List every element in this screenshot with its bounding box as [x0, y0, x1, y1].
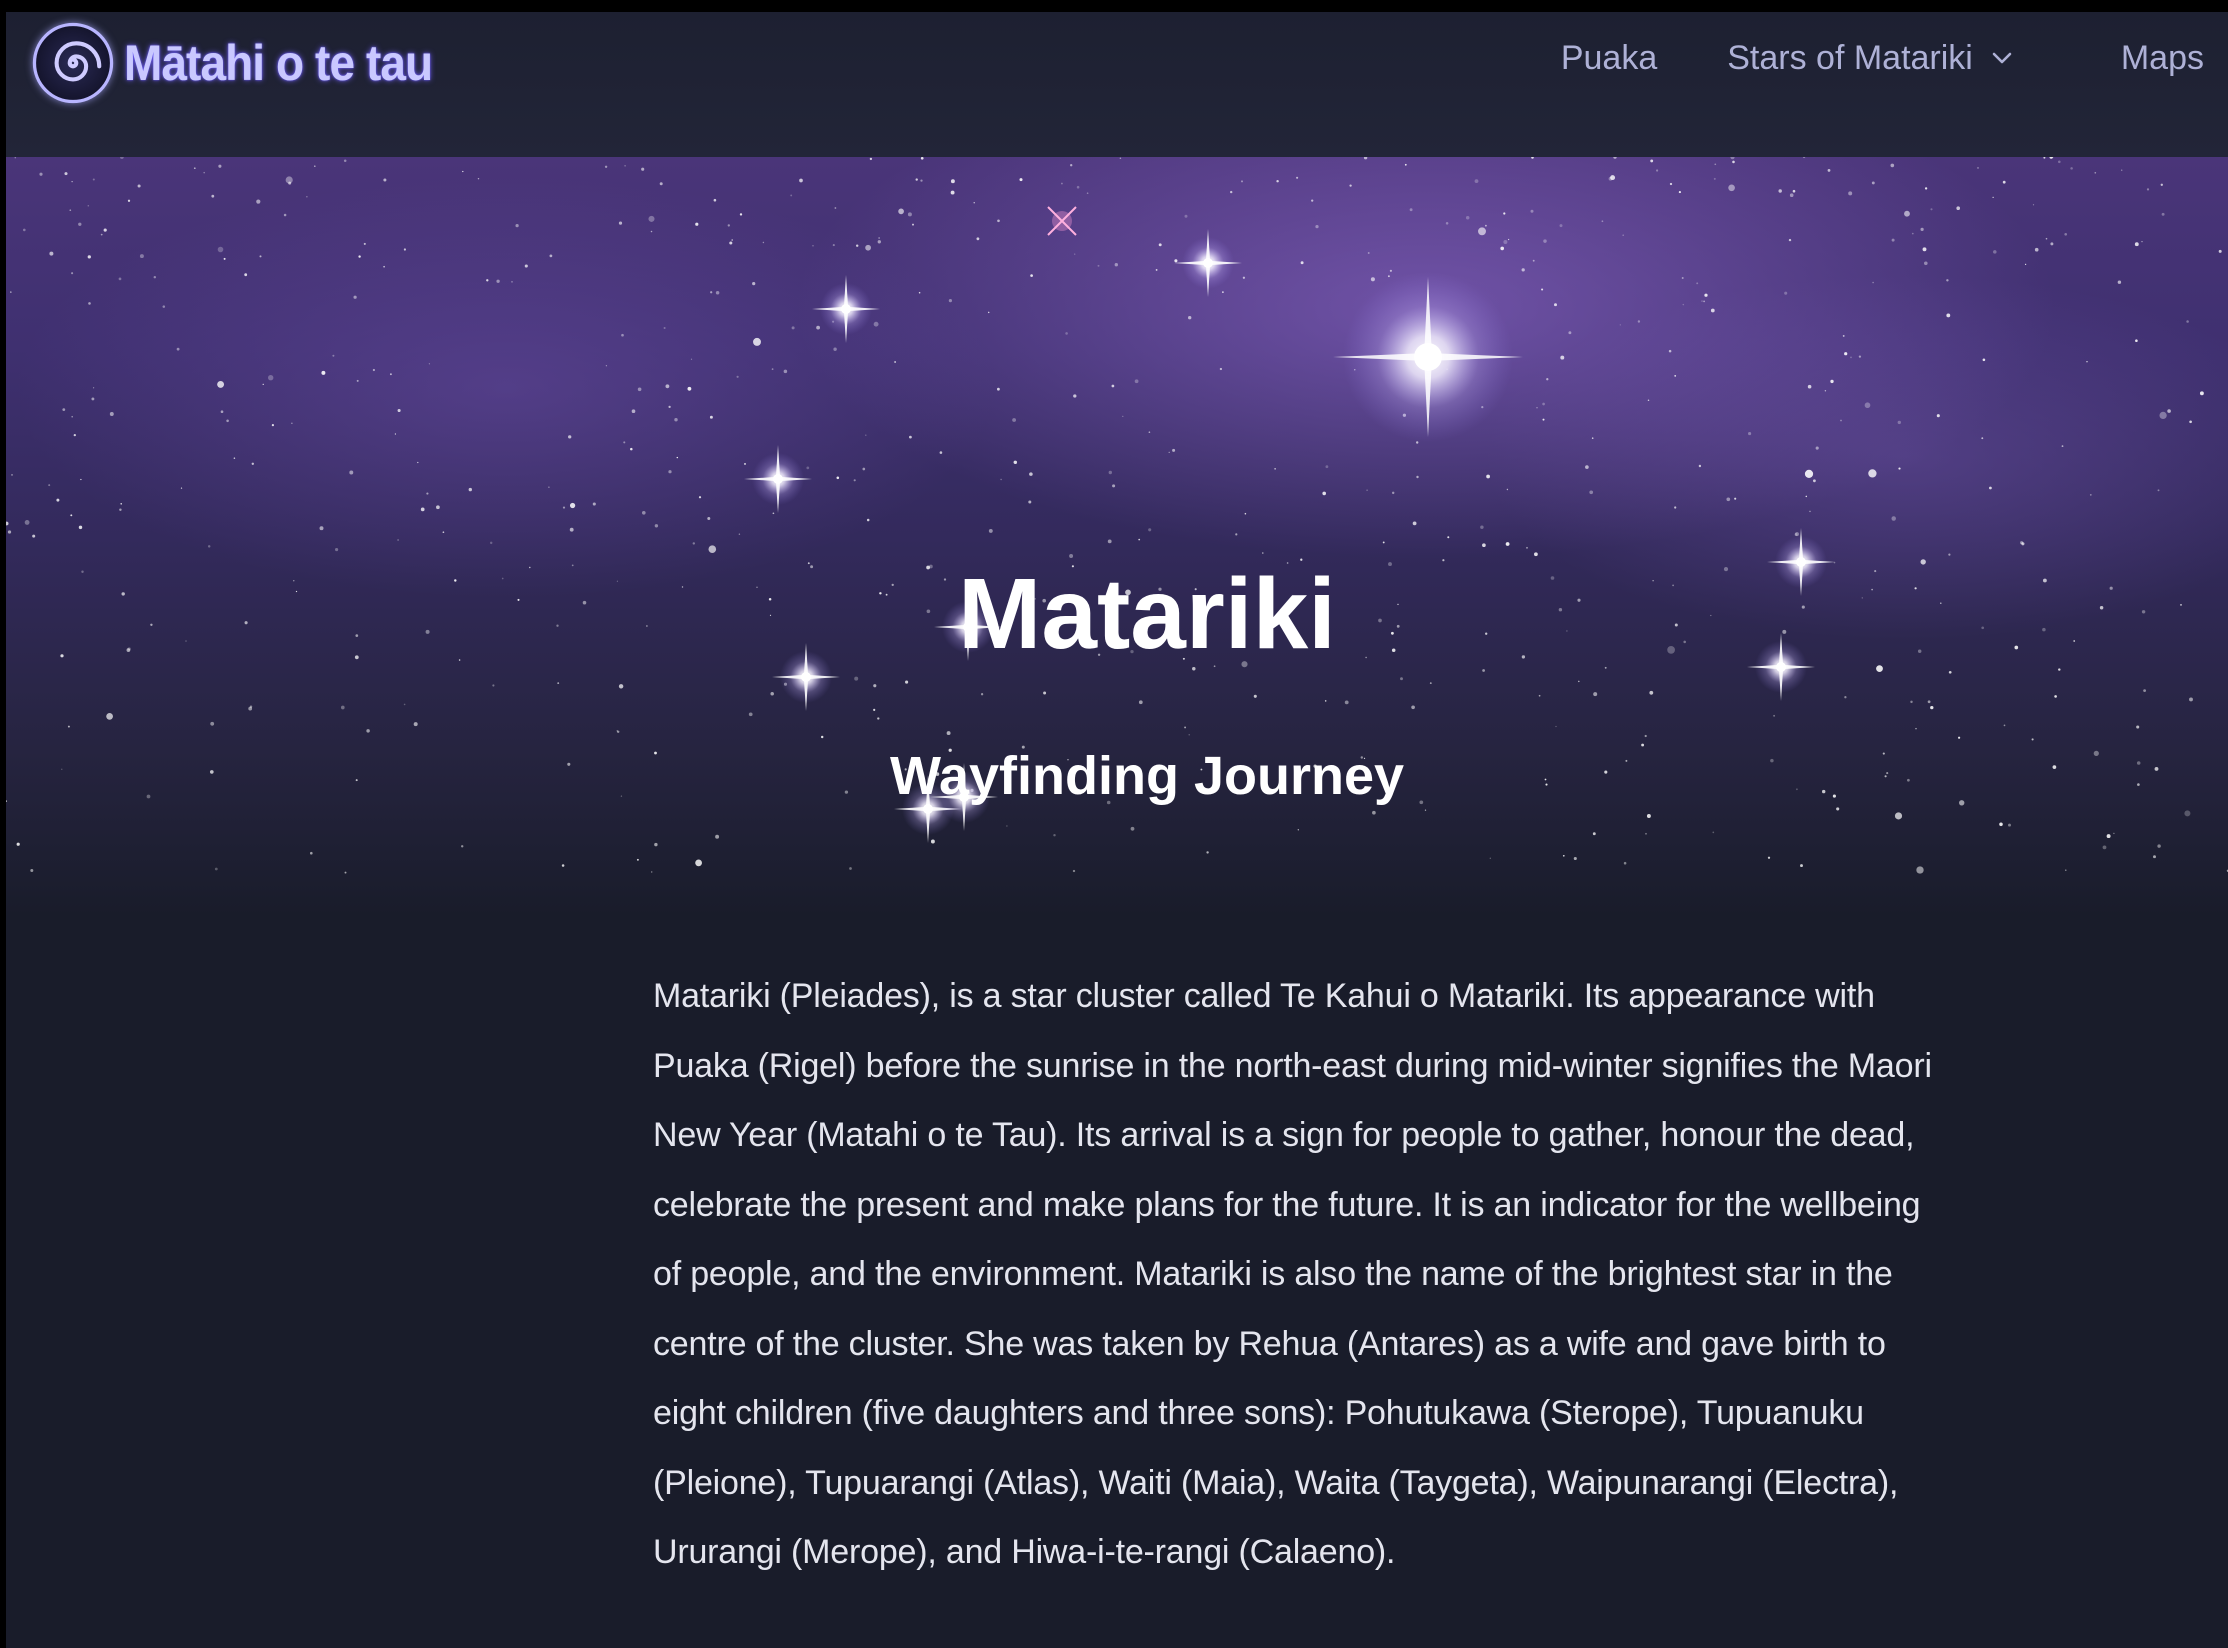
nav-dropdown-label: Stars of Matariki	[1727, 38, 1973, 77]
main-content: Matariki (Pleiades), is a star cluster c…	[653, 962, 1953, 1588]
main-nav: Puaka Stars of Matariki Maps	[1561, 12, 2228, 104]
intro-paragraph: Matariki (Pleiades), is a star cluster c…	[653, 977, 1932, 1571]
nav-dropdown-stars-of-matariki[interactable]: Stars of Matariki	[1727, 39, 2013, 78]
brand-name: Mātahi o te tau	[124, 35, 433, 91]
hero-title: Matariki	[958, 558, 1336, 670]
navbar: Mātahi o te tau Puaka Stars of Matariki …	[6, 12, 2228, 157]
nav-link-puaka[interactable]: Puaka	[1561, 39, 1657, 78]
nav-link-maps[interactable]: Maps	[2121, 39, 2204, 78]
page: Mātahi o te tau Puaka Stars of Matariki …	[0, 0, 2228, 1648]
hero-banner: Matariki Wayfinding Journey	[6, 157, 2228, 917]
hero-subtitle: Wayfinding Journey	[889, 746, 1405, 806]
spiral-logo-icon	[32, 22, 114, 104]
chevron-down-icon	[1992, 52, 2012, 64]
browser-viewport: Mātahi o te tau Puaka Stars of Matariki …	[6, 12, 2228, 1648]
brand-home-link[interactable]: Mātahi o te tau	[32, 22, 459, 104]
